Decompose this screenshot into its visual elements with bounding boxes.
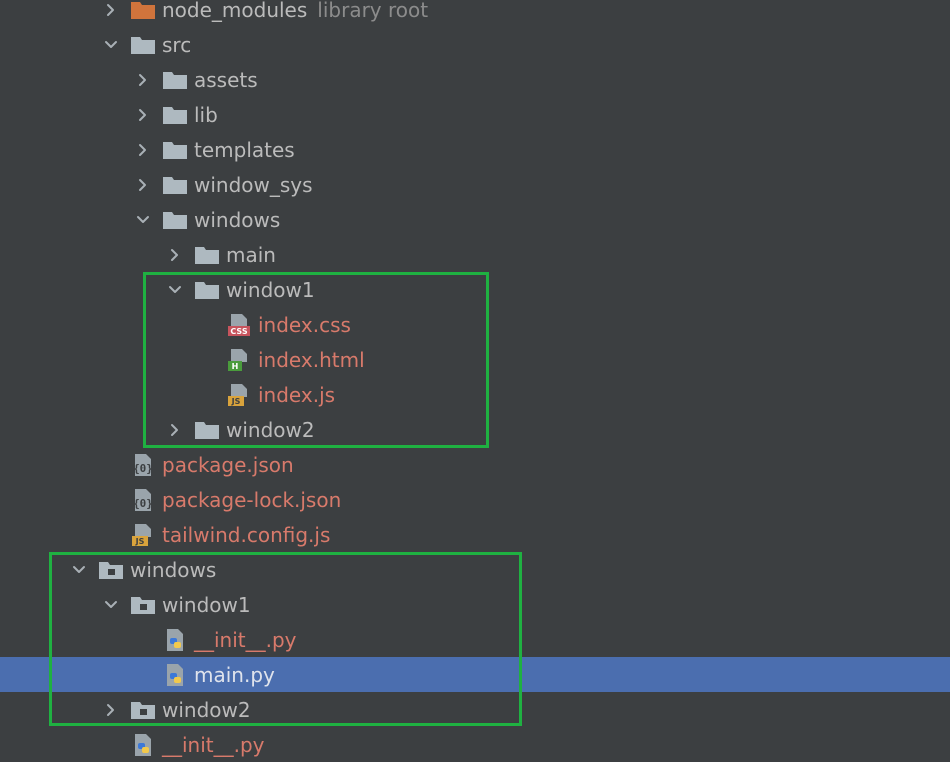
tree-file-item[interactable]: __init__.py (0, 727, 950, 762)
tree-item-label: package.json (162, 452, 294, 477)
tree-item-label: main.py (194, 662, 275, 687)
chevron-right-icon[interactable] (132, 139, 154, 161)
tree-item-label: main (226, 242, 276, 267)
folder-icon (130, 33, 156, 57)
tree-item-label: index.css (258, 312, 351, 337)
package-folder-icon (130, 593, 156, 617)
tree-file-item[interactable]: Hindex.html (0, 342, 950, 377)
library-root-hint: library root (317, 0, 429, 22)
chevron-down-icon[interactable] (132, 209, 154, 231)
python-file-icon (162, 663, 188, 687)
folder-icon (162, 103, 188, 127)
tree-folder-item[interactable]: window_sys (0, 167, 950, 202)
tree-file-item[interactable]: {0} package.json (0, 447, 950, 482)
tree-item-label: window2 (162, 697, 251, 722)
package-folder-icon (130, 698, 156, 722)
tree-item-label: index.html (258, 347, 365, 372)
svg-text:JS: JS (135, 537, 145, 546)
chevron-down-icon[interactable] (100, 594, 122, 616)
tree-item-label: tailwind.config.js (162, 522, 331, 547)
tree-item-label: window2 (226, 417, 315, 442)
package-folder-icon (98, 558, 124, 582)
folder-icon (194, 243, 220, 267)
chevron-down-icon[interactable] (100, 34, 122, 56)
tree-file-item[interactable]: JS tailwind.config.js (0, 517, 950, 552)
folder-orange-icon (130, 0, 156, 22)
chevron-down-icon[interactable] (68, 559, 90, 581)
tree-item-label: src (162, 32, 192, 57)
svg-text:{0}: {0} (133, 497, 153, 510)
tree-folder-item[interactable]: window2 (0, 692, 950, 727)
chevron-right-icon[interactable] (132, 69, 154, 91)
tree-item-label: index.js (258, 382, 336, 407)
tree-item-label: lib (194, 102, 218, 127)
tree-folder-item[interactable]: window2 (0, 412, 950, 447)
tree-item-label: __init__.py (194, 627, 297, 652)
folder-icon (162, 68, 188, 92)
tree-item-label: window1 (162, 592, 251, 617)
tree-item-label: templates (194, 137, 295, 162)
tree-item-label: windows (130, 557, 217, 582)
folder-icon (162, 208, 188, 232)
tree-folder-item[interactable]: windows (0, 552, 950, 587)
tree-file-item[interactable]: CSS index.css (0, 307, 950, 342)
tree-item-label: package-lock.json (162, 487, 342, 512)
chevron-right-icon[interactable] (100, 0, 122, 21)
json-file-icon: {0} (130, 453, 156, 477)
tree-item-label: window1 (226, 277, 315, 302)
chevron-down-icon[interactable] (164, 279, 186, 301)
tree-folder-item[interactable]: window1 (0, 272, 950, 307)
json-file-icon: {0} (130, 488, 156, 512)
svg-text:H: H (232, 362, 239, 371)
chevron-right-icon[interactable] (164, 244, 186, 266)
chevron-right-icon[interactable] (164, 419, 186, 441)
tree-file-item[interactable]: main.py (0, 657, 950, 692)
tree-file-item[interactable]: {0} package-lock.json (0, 482, 950, 517)
python-file-icon (162, 628, 188, 652)
svg-text:JS: JS (231, 397, 241, 406)
tree-folder-item[interactable]: window1 (0, 587, 950, 622)
tree-folder-item[interactable]: windows (0, 202, 950, 237)
svg-text:{0}: {0} (133, 462, 153, 475)
folder-icon (194, 278, 220, 302)
js-file-icon: JS (226, 383, 252, 407)
folder-icon (162, 138, 188, 162)
html-file-icon: H (226, 348, 252, 372)
tree-item-label: __init__.py (162, 732, 265, 757)
svg-text:CSS: CSS (230, 327, 247, 336)
tree-item-label: node_modules (162, 0, 308, 22)
tree-folder-item[interactable]: lib (0, 97, 950, 132)
js-file-icon: JS (130, 523, 156, 547)
folder-icon (162, 173, 188, 197)
tree-folder-item[interactable]: node_modules library root (0, 0, 950, 27)
tree-file-item[interactable]: JS index.js (0, 377, 950, 412)
project-tree: __init__.py window2 main.py __init__.py wind… (0, 0, 950, 762)
chevron-right-icon[interactable] (100, 699, 122, 721)
tree-file-item[interactable]: __init__.py (0, 622, 950, 657)
tree-folder-item[interactable]: main (0, 237, 950, 272)
css-file-icon: CSS (226, 313, 252, 337)
python-file-icon (130, 733, 156, 757)
tree-item-label: window_sys (194, 172, 313, 197)
tree-item-label: assets (194, 67, 258, 92)
tree-item-label: windows (194, 207, 281, 232)
tree-folder-item[interactable]: src (0, 27, 950, 62)
chevron-right-icon[interactable] (132, 174, 154, 196)
folder-icon (194, 418, 220, 442)
chevron-right-icon[interactable] (132, 104, 154, 126)
tree-folder-item[interactable]: assets (0, 62, 950, 97)
tree-folder-item[interactable]: templates (0, 132, 950, 167)
